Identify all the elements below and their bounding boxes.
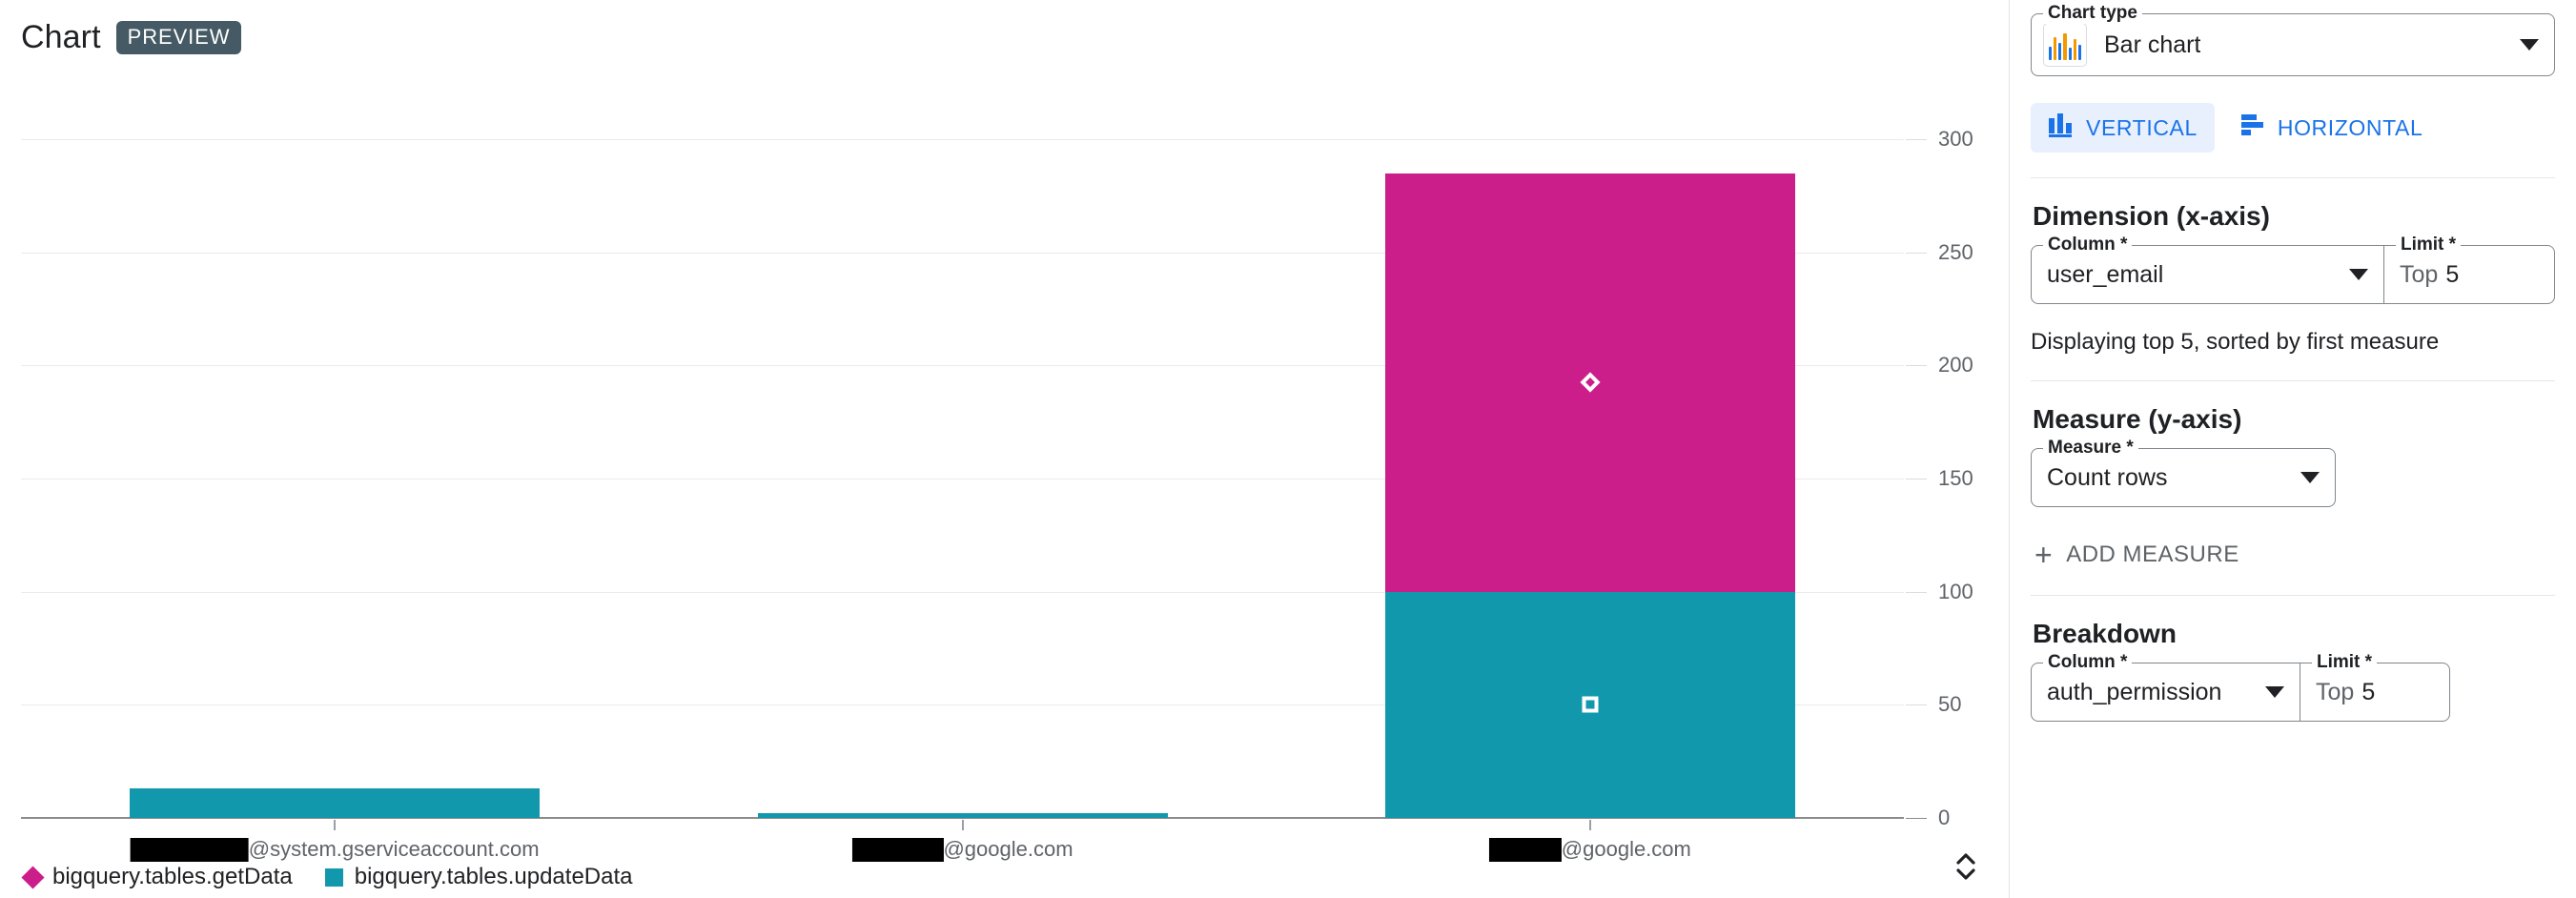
breakdown-limit-input[interactable]: Limit * Top 5 — [2300, 652, 2450, 722]
y-axis-tick-label: 200 — [1938, 353, 1973, 378]
page-title: Chart — [21, 19, 101, 55]
dimension-section-heading: Dimension (x-axis) — [2033, 201, 2270, 231]
dimension-column-label: Column * — [2043, 235, 2133, 255]
measure-select[interactable]: Measure * Count rows — [2031, 438, 2336, 507]
chart-legend: bigquery.tables.getData bigquery.tables.u… — [21, 864, 633, 890]
plus-icon: + — [2034, 538, 2054, 572]
breakdown-column-select[interactable]: Column * auth_permission — [2031, 652, 2300, 722]
bar-segment[interactable] — [1384, 591, 1795, 818]
chart-settings-pane: Chart type Bar chart VERTICAL HORIZONTAL… — [2010, 0, 2576, 898]
vertical-bars-icon — [2048, 112, 2075, 143]
x-axis-label-suffix: @google.com — [1561, 837, 1691, 861]
x-axis-tick-mark — [961, 820, 964, 830]
bar-segment[interactable] — [1384, 173, 1795, 592]
chevron-down-icon — [2520, 39, 2539, 51]
y-axis-tick-label: 250 — [1938, 239, 1973, 264]
bar-segment[interactable] — [757, 813, 1168, 818]
breakdown-column-value: auth_permission — [2047, 678, 2222, 705]
y-axis-tick-label: 0 — [1938, 806, 1951, 829]
x-axis-tick-label: @system.gserviceaccount.com — [130, 837, 540, 862]
legend-label: bigquery.tables.updateData — [354, 864, 633, 889]
x-axis-tick-mark — [334, 820, 337, 830]
chart-configuration-screen: Chart PREVIEW 0 50 100 150 200 250 300 @system.… — [0, 0, 2576, 898]
add-measure-label: ADD MEASURE — [2066, 541, 2239, 567]
dimension-limit-prefix: Top — [2400, 260, 2439, 288]
diamond-marker-icon — [1580, 372, 1601, 393]
chevron-down-icon — [2265, 686, 2284, 698]
bar-segment[interactable] — [130, 788, 541, 818]
add-measure-button[interactable]: + ADD MEASURE — [2034, 540, 2555, 570]
measure-value: Count rows — [2047, 463, 2168, 491]
legend-item[interactable]: bigquery.tables.getData — [21, 864, 293, 890]
chart-preview-pane: Chart PREVIEW 0 50 100 150 200 250 300 @system.… — [0, 0, 2022, 898]
orientation-vertical-button[interactable]: VERTICAL — [2031, 103, 2215, 153]
breakdown-column-label: Column * — [2043, 652, 2133, 673]
measure-field-label: Measure * — [2043, 438, 2138, 459]
y-axis-tick-label: 300 — [1938, 127, 1973, 151]
section-divider-breakdown — [2031, 595, 2555, 596]
redaction-bar — [1488, 837, 1562, 862]
vertical-resize-handle-icon[interactable] — [1947, 845, 1985, 888]
orientation-horizontal-button[interactable]: HORIZONTAL — [2222, 103, 2441, 153]
chart-type-label: Chart type — [2043, 3, 2142, 24]
y-axis-tick-mark — [1906, 139, 1927, 140]
bar-chart-icon — [2043, 23, 2087, 67]
orientation-horizontal-label: HORIZONTAL — [2277, 114, 2423, 140]
x-axis-label-suffix: @google.com — [943, 837, 1073, 861]
y-axis-tick-mark — [1906, 252, 1927, 254]
orientation-toggle-group: VERTICAL HORIZONTAL — [2031, 103, 2555, 153]
chart-plot-area: 0 50 100 150 200 250 300 @system.gserviceaccoun… — [21, 127, 1973, 862]
dimension-limit-label: Limit * — [2396, 235, 2462, 255]
y-axis-tick-label: 150 — [1938, 466, 1973, 490]
chevron-down-icon — [2349, 269, 2368, 280]
x-axis-tick-label: @google.com — [1488, 837, 1691, 862]
y-axis-tick-label: 50 — [1938, 692, 1962, 717]
preview-badge: PREVIEW — [115, 21, 242, 54]
chart-header: Chart PREVIEW — [21, 19, 242, 56]
legend-label: bigquery.tables.getData — [52, 864, 293, 889]
breakdown-limit-prefix: Top — [2316, 678, 2355, 705]
breakdown-section-heading: Breakdown — [2033, 619, 2177, 648]
bar-column[interactable] — [757, 139, 1168, 818]
x-axis-tick-label: @google.com — [851, 837, 1073, 862]
y-axis-tick-label: 100 — [1938, 579, 1973, 603]
chevron-down-icon — [2300, 472, 2320, 483]
breakdown-limit-value: 5 — [2361, 678, 2376, 705]
x-axis-label-suffix: @system.gserviceaccount.com — [248, 837, 540, 861]
chart-type-select[interactable]: Chart type Bar chart — [2031, 3, 2555, 76]
horizontal-bars-icon — [2239, 112, 2266, 143]
y-axis-tick-mark — [1906, 591, 1927, 593]
chart-type-value: Bar chart — [2104, 31, 2201, 58]
y-axis-tick-mark — [1906, 365, 1927, 367]
legend-diamond-swatch-icon — [21, 865, 45, 889]
breakdown-field-group: Column * auth_permission Limit * Top 5 — [2031, 652, 2450, 722]
x-axis-tick-mark — [1588, 820, 1591, 830]
square-marker-icon — [1582, 696, 1599, 713]
bar-column[interactable] — [130, 139, 541, 818]
redaction-bar — [130, 837, 249, 862]
y-axis-tick-mark — [1906, 479, 1927, 480]
orientation-vertical-label: VERTICAL — [2086, 114, 2198, 140]
legend-square-swatch-icon — [324, 867, 343, 887]
y-axis-tick-mark — [1906, 818, 1927, 819]
dimension-limit-value: 5 — [2445, 260, 2460, 288]
bar-column[interactable] — [1384, 139, 1795, 818]
dimension-field-group: Column * user_email Limit * Top 5 — [2031, 235, 2555, 304]
legend-item[interactable]: bigquery.tables.updateData — [324, 864, 633, 890]
breakdown-limit-label: Limit * — [2312, 652, 2378, 673]
dimension-column-value: user_email — [2047, 260, 2164, 288]
redaction-bar — [851, 837, 944, 862]
dimension-column-select[interactable]: Column * user_email — [2031, 235, 2383, 304]
dimension-limit-input[interactable]: Limit * Top 5 — [2383, 235, 2555, 304]
y-axis-tick-mark — [1906, 704, 1927, 706]
dimension-helper-text: Displaying top 5, sorted by first measur… — [2031, 329, 2440, 355]
section-divider-dimension — [2031, 177, 2555, 178]
measure-section-heading: Measure (y-axis) — [2033, 404, 2242, 434]
section-divider-measure — [2031, 380, 2555, 381]
